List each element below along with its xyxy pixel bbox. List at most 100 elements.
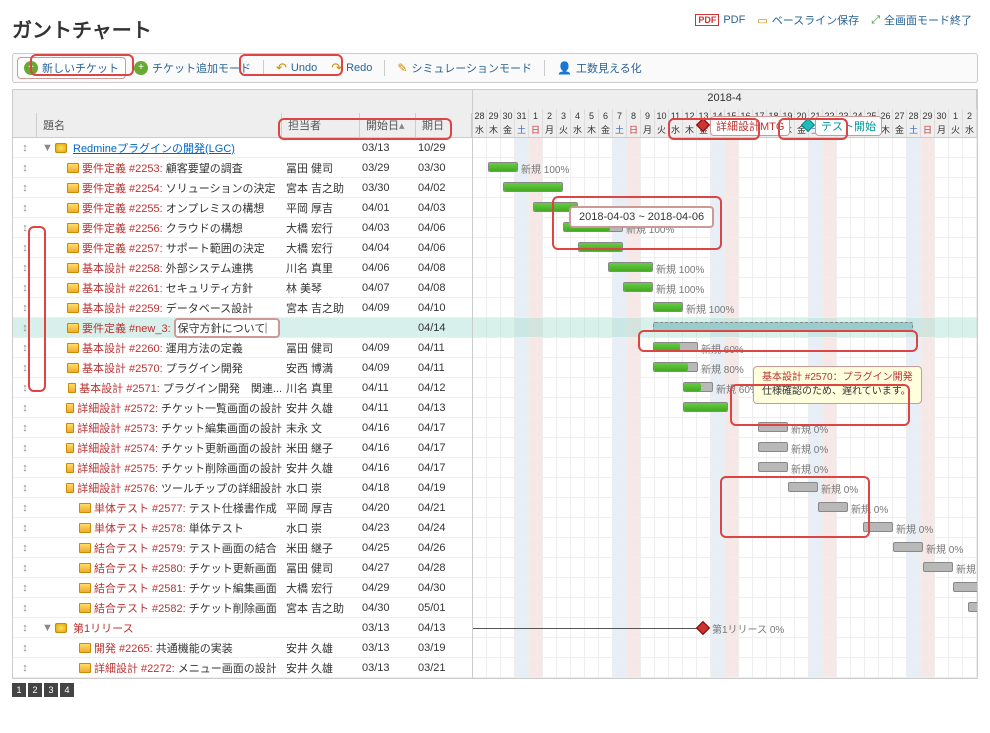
tracker-id[interactable]: 開発 #2265:	[94, 640, 153, 656]
gantt-bar[interactable]: 新規 0%	[893, 542, 923, 552]
page-button[interactable]: 1	[12, 683, 26, 697]
task-name[interactable]: チケット編集画面	[189, 580, 277, 596]
gantt-bar[interactable]: 新	[953, 582, 977, 592]
task-name[interactable]: 運用方法の定義	[166, 340, 243, 356]
task-name[interactable]: ツールチップの詳細設計	[161, 480, 282, 496]
tracker-id[interactable]: 要件定義 #2254:	[82, 180, 163, 196]
tracker-id[interactable]: 要件定義 #2256:	[82, 220, 163, 236]
undo-button[interactable]: ↶Undo	[270, 59, 323, 77]
col-assignee[interactable]: 担当者	[282, 113, 360, 137]
drag-handle[interactable]: ↕	[13, 302, 37, 314]
task-name[interactable]: チケット更新画面	[189, 560, 277, 576]
tracker-id[interactable]: 単体テスト #2578:	[94, 520, 186, 536]
tracker-id[interactable]: 結合テスト #2582:	[94, 600, 186, 616]
tracker-id[interactable]: 要件定義 #2255:	[82, 200, 163, 216]
gantt-bar[interactable]: 新規 0%	[923, 562, 953, 572]
tracker-id[interactable]: 単体テスト #2577:	[94, 500, 186, 516]
task-name[interactable]: 第1リリース	[73, 620, 134, 636]
gantt-bar[interactable]: 新規 100%	[653, 302, 683, 312]
drag-handle[interactable]: ↕	[13, 662, 37, 674]
redo-button[interactable]: ↷Redo	[325, 59, 378, 77]
drag-handle[interactable]: ↕	[13, 222, 37, 234]
task-name[interactable]: メニュー画面の設計	[178, 660, 277, 676]
labor-view[interactable]: 👤工数見える化	[551, 58, 648, 78]
expand-icon[interactable]: ▼	[42, 622, 52, 634]
drag-handle[interactable]: ↕	[13, 602, 37, 614]
gantt-bar[interactable]: 新規 0%	[863, 522, 893, 532]
drag-handle[interactable]: ↕	[13, 182, 37, 194]
drag-handle[interactable]: ↕	[13, 242, 37, 254]
gantt-bar[interactable]: 新規 100%	[623, 282, 653, 292]
drag-handle[interactable]: ↕	[13, 542, 37, 554]
gantt-bar[interactable]	[653, 322, 913, 332]
milestone-marker[interactable]	[696, 621, 710, 635]
drag-handle[interactable]: ↕	[13, 642, 37, 654]
gantt-bar[interactable]: 新規 80%	[653, 362, 698, 372]
tracker-id[interactable]: 結合テスト #2581:	[94, 580, 186, 596]
col-end[interactable]: 期日	[416, 113, 472, 137]
tracker-id[interactable]: 詳細設計 #2572:	[77, 400, 158, 416]
gantt-bar[interactable]: 新規 0%	[758, 442, 788, 452]
task-name[interactable]: チケット一覧画面の設計	[161, 400, 282, 416]
drag-handle[interactable]: ↕	[13, 322, 37, 334]
gantt-bar[interactable]: 新規 0%	[758, 422, 788, 432]
col-start[interactable]: 開始日▴	[360, 113, 416, 137]
drag-handle[interactable]: ↕	[13, 142, 37, 154]
task-name[interactable]: 共通機能の実装	[156, 640, 233, 656]
task-name[interactable]: セキュリティ方針	[166, 280, 253, 296]
task-name[interactable]: サポート範囲の決定	[166, 240, 265, 256]
drag-handle[interactable]: ↕	[13, 262, 37, 274]
ticket-add-mode[interactable]: +チケット追加モード	[128, 58, 257, 78]
tracker-id[interactable]: 詳細設計 #2272:	[94, 660, 175, 676]
gantt-bar[interactable]: 新規 60%	[653, 342, 698, 352]
gantt-bar[interactable]	[683, 402, 728, 412]
task-name[interactable]: プラグイン開発 関連...	[163, 380, 282, 396]
tracker-id[interactable]: 詳細設計 #2576:	[77, 480, 158, 496]
task-name[interactable]: チケット編集画面の設計	[161, 420, 282, 436]
task-name[interactable]: チケット削除画面の設計	[161, 460, 282, 476]
tracker-id[interactable]: 詳細設計 #2574:	[77, 440, 158, 456]
task-name[interactable]: テスト仕様書作成	[189, 500, 277, 516]
drag-handle[interactable]: ↕	[13, 342, 37, 354]
task-name[interactable]: 顧客要望の調査	[166, 160, 243, 176]
task-name[interactable]: チケット削除画面	[189, 600, 277, 616]
tracker-id[interactable]: 基本設計 #2260:	[82, 340, 163, 356]
tracker-id[interactable]: 基本設計 #2570:	[82, 360, 163, 376]
expand-icon[interactable]: ▼	[42, 142, 52, 154]
drag-handle[interactable]: ↕	[13, 162, 37, 174]
tracker-id[interactable]: 要件定義 #2257:	[82, 240, 163, 256]
page-button[interactable]: 2	[28, 683, 42, 697]
task-name[interactable]: プラグイン開発	[166, 360, 243, 376]
tracker-id[interactable]: 要件定義 #new_3:	[82, 320, 171, 336]
drag-handle[interactable]: ↕	[13, 562, 37, 574]
drag-handle[interactable]: ↕	[13, 282, 37, 294]
tracker-id[interactable]: 基本設計 #2261:	[82, 280, 163, 296]
simulation-mode[interactable]: ✎シミュレーションモード	[391, 58, 538, 78]
new-ticket-button[interactable]: +新しいチケット	[17, 57, 126, 79]
gantt-bar[interactable]: 新規 0%	[818, 502, 848, 512]
page-button[interactable]: 3	[44, 683, 58, 697]
task-name[interactable]: チケット更新画面の設計	[161, 440, 282, 456]
task-name[interactable]: ソリューションの決定	[166, 180, 276, 196]
tracker-id[interactable]: 詳細設計 #2575:	[77, 460, 158, 476]
gantt-bar[interactable]	[578, 242, 623, 252]
task-name[interactable]: 外部システム連携	[166, 260, 254, 276]
drag-handle[interactable]: ↕	[13, 522, 37, 534]
task-name[interactable]: オンプレミスの構想	[166, 200, 265, 216]
tracker-id[interactable]: 結合テスト #2580:	[94, 560, 186, 576]
page-button[interactable]: 4	[60, 683, 74, 697]
exit-fullscreen[interactable]: ⤢全画面モード終了	[871, 12, 972, 28]
tracker-id[interactable]: 詳細設計 #2573:	[77, 420, 158, 436]
drag-handle[interactable]: ↕	[13, 502, 37, 514]
pdf-link[interactable]: PDFPDF	[695, 12, 745, 28]
task-name[interactable]: 単体テスト	[189, 520, 244, 536]
tracker-id[interactable]: 基本設計 #2571:	[79, 380, 160, 396]
drag-handle[interactable]: ↕	[13, 482, 37, 494]
gantt-bar[interactable]: 新規 100%	[608, 262, 653, 272]
tracker-id[interactable]: 基本設計 #2259:	[82, 300, 163, 316]
tracker-id[interactable]: 要件定義 #2253:	[82, 160, 163, 176]
drag-handle[interactable]: ↕	[13, 402, 37, 414]
task-name[interactable]: Redmineプラグインの開発(LGC)	[73, 140, 235, 156]
inline-edit[interactable]: 保守方針について▏	[174, 318, 281, 338]
task-name[interactable]: データベース設計	[166, 300, 253, 316]
